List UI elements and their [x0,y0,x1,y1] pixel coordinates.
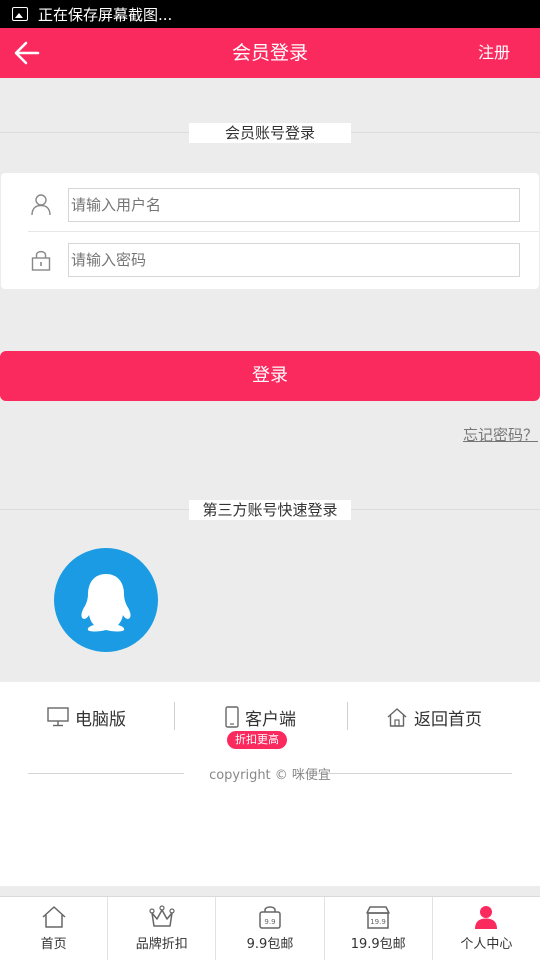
desktop-version-label: 电脑版 [75,709,126,730]
tab-label: 19.9包邮 [350,937,406,952]
footer: 电脑版 客户端 折扣更高 返回首页 copyright © 咪便宜 [0,682,540,886]
image-icon [12,7,28,21]
back-home-link[interactable]: 返回首页 [386,702,482,732]
store-icon: 19.9 [366,906,390,929]
page-title: 会员登录 [231,42,308,64]
discount-badge: 折扣更高 [227,731,287,749]
phone-icon [225,706,239,728]
status-text: 正在保存屏幕截图... [38,5,173,24]
client-app-link[interactable]: 客户端 [225,702,296,732]
register-link[interactable]: 注册 [478,28,510,78]
qq-icon [81,574,131,632]
tab-brand-discount[interactable]: 品牌折扣 [108,897,217,960]
svg-text:9.9: 9.9 [264,918,275,926]
tab-label: 品牌折扣 [135,937,188,952]
monitor-icon [47,707,69,727]
crown-icon [149,905,175,927]
client-app-label: 客户端 [245,709,296,730]
bag-icon: 9.9 [259,906,281,929]
home-icon [387,708,407,727]
svg-text:19.9: 19.9 [370,918,386,926]
home-icon [42,906,66,928]
login-button[interactable]: 登录 [0,351,540,401]
user-icon [475,906,498,929]
tab-label: 首页 [40,937,67,952]
tab-19-9-free-shipping[interactable]: 19.9 19.9包邮 [325,897,433,960]
user-icon [29,192,53,216]
account-login-heading: 会员账号登录 [189,123,351,143]
desktop-version-link[interactable]: 电脑版 [47,702,126,732]
header-bar: 会员登录 注册 [0,28,540,78]
footer-divider [174,702,175,730]
bottom-tab-bar: 首页 品牌折扣 9.9 9.9包邮 19.9 19.9包邮 个人中心 [0,896,540,960]
footer-divider [347,702,348,730]
form-row-divider [28,231,539,232]
back-home-label: 返回首页 [414,709,482,730]
third-party-heading: 第三方账号快速登录 [189,500,351,520]
username-input[interactable] [68,188,520,222]
tab-label: 个人中心 [460,937,513,952]
forgot-password-link[interactable]: 忘记密码？ [463,424,538,445]
lock-icon [29,248,53,272]
tab-9-9-free-shipping[interactable]: 9.9 9.9包邮 [216,897,325,960]
status-bar: 正在保存屏幕截图... [0,0,540,28]
tab-personal-center[interactable]: 个人中心 [433,897,540,960]
qq-login-button[interactable] [54,548,158,652]
password-input[interactable] [68,243,520,277]
copyright-text: copyright © 咪便宜 [209,768,331,783]
tab-home[interactable]: 首页 [0,897,109,960]
tab-label: 9.9包邮 [246,937,294,952]
